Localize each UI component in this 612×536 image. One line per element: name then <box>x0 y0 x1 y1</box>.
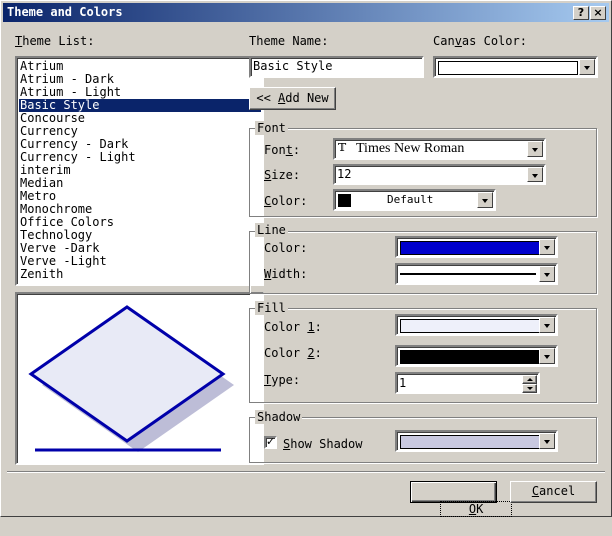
chevron-down-icon[interactable] <box>579 59 595 75</box>
truetype-font-icon: 𝕋 <box>338 141 347 154</box>
line-width-label: Width: <box>264 267 308 281</box>
chevron-down-icon[interactable] <box>539 348 555 364</box>
chevron-down-icon[interactable] <box>527 141 543 157</box>
line-width-sample <box>400 273 536 275</box>
cancel-button[interactable]: Cancel <box>510 481 597 503</box>
font-value: Times New Roman <box>356 141 465 156</box>
fill-color1-label: Color 1: <box>264 320 322 334</box>
canvas-color-dropdown[interactable] <box>433 56 598 78</box>
line-color-swatch <box>400 241 540 255</box>
arrow-down-icon <box>527 387 533 390</box>
theme-name-label: Theme Name: <box>249 34 329 48</box>
theme-name-input[interactable]: Basic Style <box>249 56 424 78</box>
ok-focus-rect: OK <box>439 501 513 517</box>
fill-type-spinner[interactable]: 1 <box>395 372 540 394</box>
size-dropdown[interactable]: 12 <box>333 164 546 185</box>
chevron-down-icon[interactable] <box>539 317 555 333</box>
shadow-color-dropdown[interactable] <box>395 430 558 452</box>
fill-color2-label: Color 2: <box>264 346 322 360</box>
fill-color1-dropdown[interactable] <box>395 314 558 336</box>
window-title: Theme and Colors <box>7 5 123 19</box>
preview-drawing <box>28 305 234 452</box>
theme-list-label: Theme List: <box>15 34 95 48</box>
chevron-down-icon[interactable] <box>539 433 555 449</box>
ok-button[interactable]: OK <box>410 481 513 517</box>
chevron-down-icon[interactable] <box>477 192 493 208</box>
font-color-value: Default <box>387 193 434 206</box>
spin-up-button[interactable] <box>522 375 537 384</box>
fill-group-title: Fill <box>255 301 288 315</box>
fill-type-value: 1 <box>399 376 407 390</box>
theme-list-label-text: heme List: <box>22 34 95 48</box>
theme-list[interactable]: Atrium Atrium - Dark Atrium - Light Basic S… <box>15 56 264 286</box>
theme-preview <box>15 292 264 465</box>
theme-name-value: Basic Style <box>253 59 333 73</box>
close-button[interactable]: × <box>590 6 606 20</box>
canvas-color-swatch <box>438 61 578 75</box>
canvas-color-label: Canvas Color: <box>433 34 527 48</box>
font-dropdown[interactable]: 𝕋 Times New Roman <box>333 138 546 160</box>
title-bar: Theme and Colors ? × <box>3 3 609 22</box>
chevron-down-icon[interactable] <box>539 266 555 282</box>
spin-down-button[interactable] <box>522 384 537 393</box>
chevron-down-icon[interactable] <box>527 167 543 182</box>
theme-and-colors-dialog: Theme and Colors ? × Theme List: Atrium A… <box>0 0 612 517</box>
line-color-dropdown[interactable] <box>395 236 558 258</box>
shadow-color-swatch <box>400 435 540 449</box>
fill-color1-swatch <box>400 319 540 333</box>
chevron-down-icon[interactable] <box>539 239 555 255</box>
size-label: Size: <box>264 168 301 182</box>
font-group-title: Font <box>255 121 288 135</box>
separator <box>7 471 605 473</box>
show-shadow-label[interactable]: Show Shadow <box>283 437 362 451</box>
preview-diamond <box>28 305 226 443</box>
theme-list-item[interactable]: Zenith <box>19 268 261 281</box>
size-value: 12 <box>337 167 352 181</box>
shadow-group-title: Shadow <box>255 410 303 424</box>
show-shadow-checkbox[interactable]: ✓ <box>264 435 277 449</box>
font-color-dropdown[interactable]: Default <box>333 189 496 211</box>
font-color-label: Color: <box>264 194 308 208</box>
fill-color2-swatch <box>400 350 540 364</box>
add-new-button[interactable]: << Add New <box>249 87 336 110</box>
font-color-swatch <box>338 194 351 207</box>
checkmark-icon: ✓ <box>266 435 276 448</box>
line-group-title: Line <box>255 223 288 237</box>
fill-type-label: Type: <box>264 373 301 387</box>
line-width-dropdown[interactable] <box>395 263 558 285</box>
line-color-label: Color: <box>264 241 308 255</box>
fill-color2-dropdown[interactable] <box>395 345 558 367</box>
help-button[interactable]: ? <box>573 6 589 20</box>
arrow-up-icon <box>527 378 533 381</box>
font-label: Font: <box>264 143 301 157</box>
